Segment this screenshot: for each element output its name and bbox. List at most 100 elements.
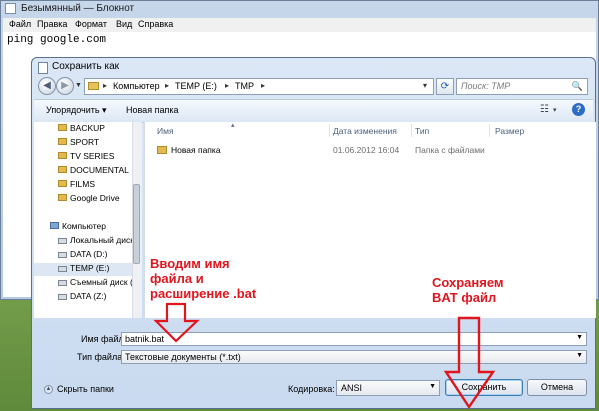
nav-item-label: FILMS <box>70 179 96 189</box>
menu-file[interactable]: Файл <box>9 19 31 29</box>
column-header-date[interactable]: Дата изменения <box>333 126 397 136</box>
nav-item-backup[interactable]: BACKUP <box>34 123 134 136</box>
encoding-value: ANSI <box>341 383 363 393</box>
folder-icon <box>58 194 67 201</box>
table-row[interactable]: Новая папка 01.06.2012 16:04 Папка с фай… <box>155 144 585 158</box>
chevron-down-icon[interactable]: ▾ <box>553 106 557 114</box>
annotation-enter-filename: Вводим имя файла и расширение .bat <box>150 256 256 301</box>
nav-item-data-z[interactable]: DATA (Z:) <box>34 291 134 304</box>
notepad-title: Безымянный — Блокнот <box>21 3 135 14</box>
search-placeholder: Поиск: TMP <box>461 81 511 91</box>
recent-pages-caret-icon[interactable]: ▼ <box>75 82 82 89</box>
folder-icon <box>58 166 67 173</box>
file-name: Новая папка <box>171 145 221 155</box>
sort-ascending-icon: ▴ <box>231 122 235 129</box>
filetype-value: Текстовые документы (*.txt) <box>125 352 241 362</box>
back-button[interactable]: ◀ <box>38 77 56 95</box>
filetype-label: Тип файла: <box>77 352 125 362</box>
folder-icon <box>58 180 67 187</box>
chevron-right-icon[interactable]: ▸ <box>165 81 169 90</box>
notepad-text: ping google.com <box>7 34 107 46</box>
drive-icon <box>58 280 67 286</box>
annotation-line: Сохраняем <box>432 275 504 290</box>
encoding-label: Кодировка: <box>288 384 335 394</box>
annotation-line: BAT файл <box>432 290 497 305</box>
nav-item-label: BACKUP <box>70 123 105 133</box>
nav-item-sport[interactable]: SPORT <box>34 137 134 150</box>
dialog-app-icon <box>38 62 48 74</box>
search-input[interactable]: Поиск: TMP 🔍 <box>456 78 588 95</box>
breadcrumb-temp[interactable]: TEMP (E:) <box>175 81 217 91</box>
menu-edit[interactable]: Правка <box>37 19 67 29</box>
chevron-down-icon[interactable]: ▾ <box>423 81 427 90</box>
chevron-down-icon[interactable]: ▼ <box>576 334 583 341</box>
organize-button[interactable]: Упорядочить ▾ <box>46 105 107 116</box>
scrollbar-thumb[interactable] <box>133 184 140 264</box>
filetype-select[interactable]: Текстовые документы (*.txt) ▼ <box>121 350 587 364</box>
folder-icon <box>58 124 67 131</box>
nav-item-label: SPORT <box>70 137 100 147</box>
nav-item-removable-disk[interactable]: Съемный диск ( <box>34 277 134 290</box>
nav-item-computer[interactable]: Компьютер <box>34 221 134 234</box>
help-icon[interactable]: ? <box>572 103 585 116</box>
nav-item-label: TV SERIES <box>70 151 115 161</box>
drive-icon <box>58 252 67 258</box>
nav-item-temp-e[interactable]: TEMP (E:) <box>34 263 134 276</box>
new-folder-button[interactable]: Новая папка <box>126 105 178 115</box>
drive-icon <box>58 266 67 272</box>
folder-icon <box>58 138 67 145</box>
refresh-button[interactable]: ⟳ <box>436 78 454 95</box>
navigation-pane: BACKUP SPORT TV SERIES DOCUMENTAL FILMS … <box>34 122 142 318</box>
nav-item-local-disk[interactable]: Локальный диск <box>34 235 134 248</box>
nav-item-label: Компьютер <box>62 221 106 231</box>
nav-item-label: TEMP (E:) <box>70 263 110 273</box>
address-bar[interactable]: ▸ Компьютер ▸ TEMP (E:) ▸ TMP ▸ ▾ <box>84 78 434 95</box>
forward-button[interactable]: ▶ <box>56 77 74 95</box>
column-divider[interactable] <box>411 124 412 137</box>
chevron-right-icon[interactable]: ▸ <box>103 81 107 90</box>
computer-icon <box>50 222 59 229</box>
file-date: 01.06.2012 16:04 <box>333 145 400 155</box>
nav-item-documental[interactable]: DOCUMENTAL <box>34 165 134 178</box>
menu-help[interactable]: Справка <box>138 19 173 29</box>
dialog-title: Сохранить как <box>52 61 120 72</box>
menu-format[interactable]: Формат <box>75 19 107 29</box>
hide-folders-button[interactable]: Скрыть папки <box>57 384 114 394</box>
menu-view[interactable]: Вид <box>116 19 132 29</box>
arrow-down-icon <box>153 302 200 343</box>
chevron-right-icon[interactable]: ▸ <box>225 81 229 90</box>
nav-item-tv-series[interactable]: TV SERIES <box>34 151 134 164</box>
arrow-down-icon <box>443 316 496 410</box>
notepad-app-icon <box>5 3 16 14</box>
dialog-toolbar: Упорядочить ▾ Новая папка ☷ ▾ ? <box>34 99 593 123</box>
breadcrumb-computer[interactable]: Компьютер <box>113 81 160 91</box>
column-header-name[interactable]: Имя <box>157 126 174 136</box>
column-divider[interactable] <box>489 124 490 137</box>
drive-icon <box>58 294 67 300</box>
annotation-line: файла и <box>150 271 204 286</box>
nav-item-label: DATA (D:) <box>70 249 108 259</box>
file-type: Папка с файлами <box>415 145 485 155</box>
chevron-down-icon[interactable]: ▼ <box>576 352 583 359</box>
encoding-select[interactable]: ANSI ▼ <box>336 380 440 396</box>
cancel-button[interactable]: Отмена <box>527 379 587 396</box>
folder-icon <box>157 146 167 154</box>
nav-item-label: DOCUMENTAL <box>70 165 129 175</box>
annotation-save-bat: Сохраняем BAT файл <box>432 275 504 305</box>
column-header-type[interactable]: Тип <box>415 126 429 136</box>
drive-icon <box>58 238 67 244</box>
chevron-down-icon[interactable]: ▼ <box>429 383 436 390</box>
column-header-size[interactable]: Размер <box>495 126 524 136</box>
view-icon[interactable]: ☷ <box>540 104 549 115</box>
column-divider[interactable] <box>329 124 330 137</box>
collapse-icon[interactable]: ▲ <box>44 385 53 394</box>
folder-icon <box>58 152 67 159</box>
nav-item-films[interactable]: FILMS <box>34 179 134 192</box>
chevron-right-icon[interactable]: ▸ <box>261 81 265 90</box>
notepad-menubar: Файл Правка Формат Вид Справка <box>3 18 596 32</box>
nav-item-data-d[interactable]: DATA (D:) <box>34 249 134 262</box>
nav-item-label: Съемный диск ( <box>70 277 133 287</box>
nav-item-google-drive[interactable]: Google Drive <box>34 193 134 206</box>
folder-icon <box>88 82 99 90</box>
breadcrumb-tmp[interactable]: TMP <box>235 81 254 91</box>
